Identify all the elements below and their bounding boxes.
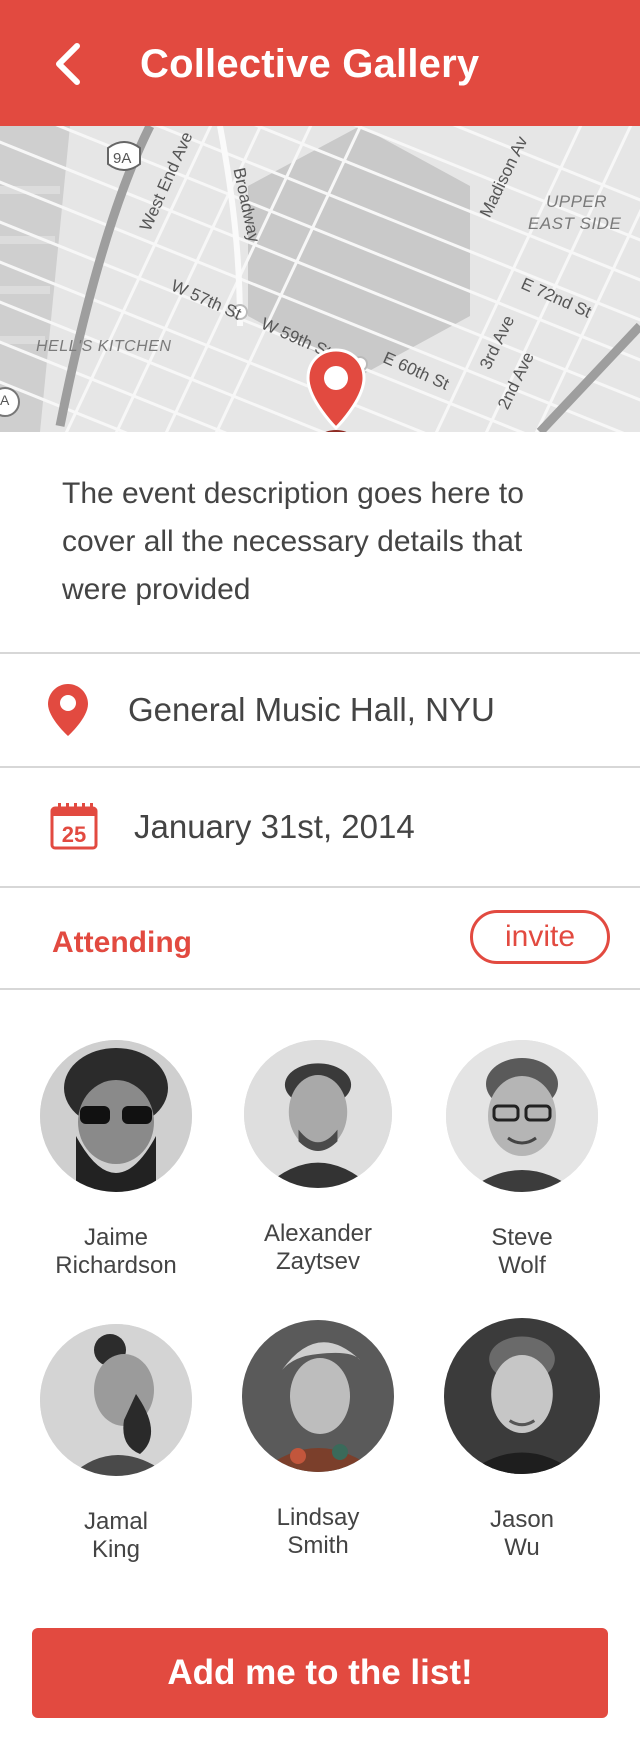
avatar xyxy=(244,1040,392,1188)
location-text: General Music Hall, NYU xyxy=(128,691,495,728)
attendee-first-name: Alexander xyxy=(263,1220,373,1247)
event-description: The event description goes here to cover… xyxy=(62,477,524,606)
attendee-name: Lindsay Smith xyxy=(218,1504,418,1560)
add-me-button[interactable]: Add me to the list! xyxy=(32,1628,608,1718)
attendee-last-name: Smith xyxy=(287,1532,349,1559)
divider xyxy=(0,886,640,888)
attendee-last-name: Wolf xyxy=(498,1252,546,1279)
avatar xyxy=(444,1318,600,1474)
attending-label: Attending xyxy=(52,926,192,959)
attendee-first-name: Lindsay xyxy=(276,1504,360,1531)
attendee[interactable]: Lindsay Smith xyxy=(218,1320,418,1560)
attendee-name: Steve Wolf xyxy=(422,1224,622,1280)
attendee-last-name: Richardson xyxy=(55,1252,177,1279)
attendee-first-name: Jamal xyxy=(83,1508,149,1535)
attendee-last-name: Zaytsev xyxy=(275,1248,361,1275)
calendar-icon: 25 xyxy=(50,802,100,857)
attendee[interactable]: Steve Wolf xyxy=(422,1040,622,1280)
attendee[interactable]: Jason Wu xyxy=(422,1318,622,1562)
attendee-name: Jamal King xyxy=(16,1508,216,1564)
event-map[interactable]: 9A West End Ave Broadway Madison Av UPPE… xyxy=(0,126,640,432)
location-pin-icon xyxy=(46,682,90,743)
map-label: HELL'S KITCHEN xyxy=(36,338,172,355)
attendee[interactable]: Jamal King xyxy=(16,1324,216,1564)
attendee-last-name: King xyxy=(91,1536,141,1563)
back-button[interactable] xyxy=(44,36,92,92)
attendee[interactable]: Jaime Richardson xyxy=(16,1040,216,1280)
app-header: Collective Gallery xyxy=(0,0,640,126)
attendee-last-name: Wu xyxy=(504,1534,540,1561)
attendee-name: Jaime Richardson xyxy=(16,1224,216,1280)
map-pin-icon[interactable] xyxy=(306,348,366,432)
attendee[interactable]: Alexander Zaytsev xyxy=(218,1040,418,1276)
divider xyxy=(0,988,640,990)
map-label: A xyxy=(0,392,10,408)
map-label: 9A xyxy=(113,150,132,167)
page-title: Collective Gallery xyxy=(140,42,480,86)
location-row[interactable]: General Music Hall, NYU xyxy=(0,654,640,764)
attendee-first-name: Jaime xyxy=(83,1224,149,1251)
avatar xyxy=(40,1040,192,1192)
attendee-name: Alexander Zaytsev xyxy=(218,1220,418,1276)
chevron-left-icon xyxy=(56,43,80,85)
date-row[interactable]: 25 January 31st, 2014 xyxy=(0,768,640,878)
attendee-first-name: Steve xyxy=(491,1224,553,1251)
invite-button[interactable]: invite xyxy=(470,910,610,964)
avatar xyxy=(242,1320,394,1472)
calendar-day: 25 xyxy=(62,822,86,847)
map-label: EAST SIDE xyxy=(528,214,622,233)
date-text: January 31st, 2014 xyxy=(134,808,415,845)
avatar xyxy=(446,1040,598,1192)
avatar xyxy=(40,1324,192,1476)
attendee-first-name: Jason xyxy=(489,1506,555,1533)
map-label: UPPER xyxy=(546,192,608,211)
attendee-name: Jason Wu xyxy=(422,1506,622,1562)
